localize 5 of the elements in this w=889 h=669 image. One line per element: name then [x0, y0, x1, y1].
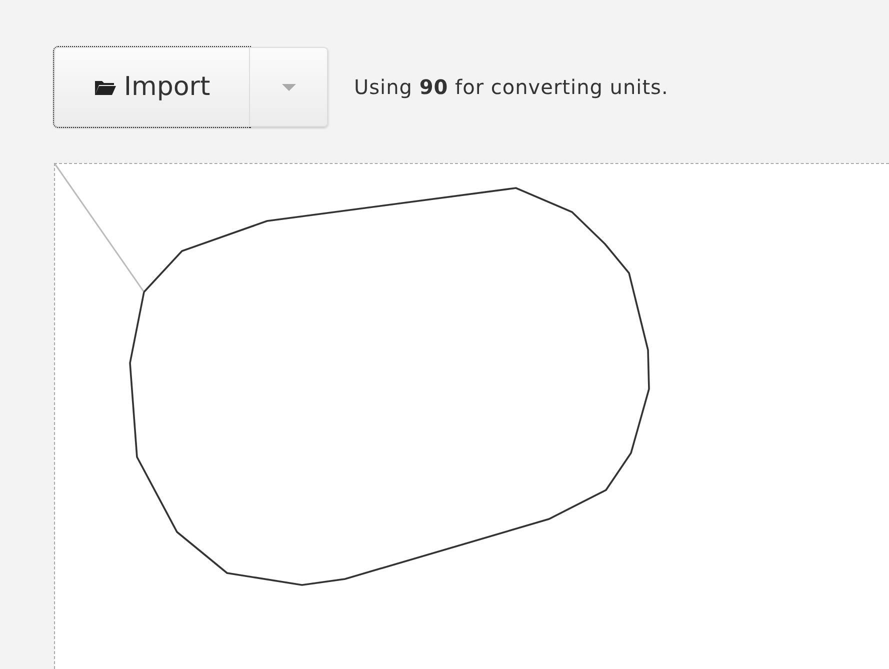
- caret-icon: [282, 84, 296, 90]
- folder-icon: [94, 78, 116, 96]
- import-button[interactable]: Import: [54, 47, 250, 127]
- units-info-text: Using 90 for converting units.: [354, 75, 668, 99]
- dropdown-button[interactable]: [250, 47, 328, 127]
